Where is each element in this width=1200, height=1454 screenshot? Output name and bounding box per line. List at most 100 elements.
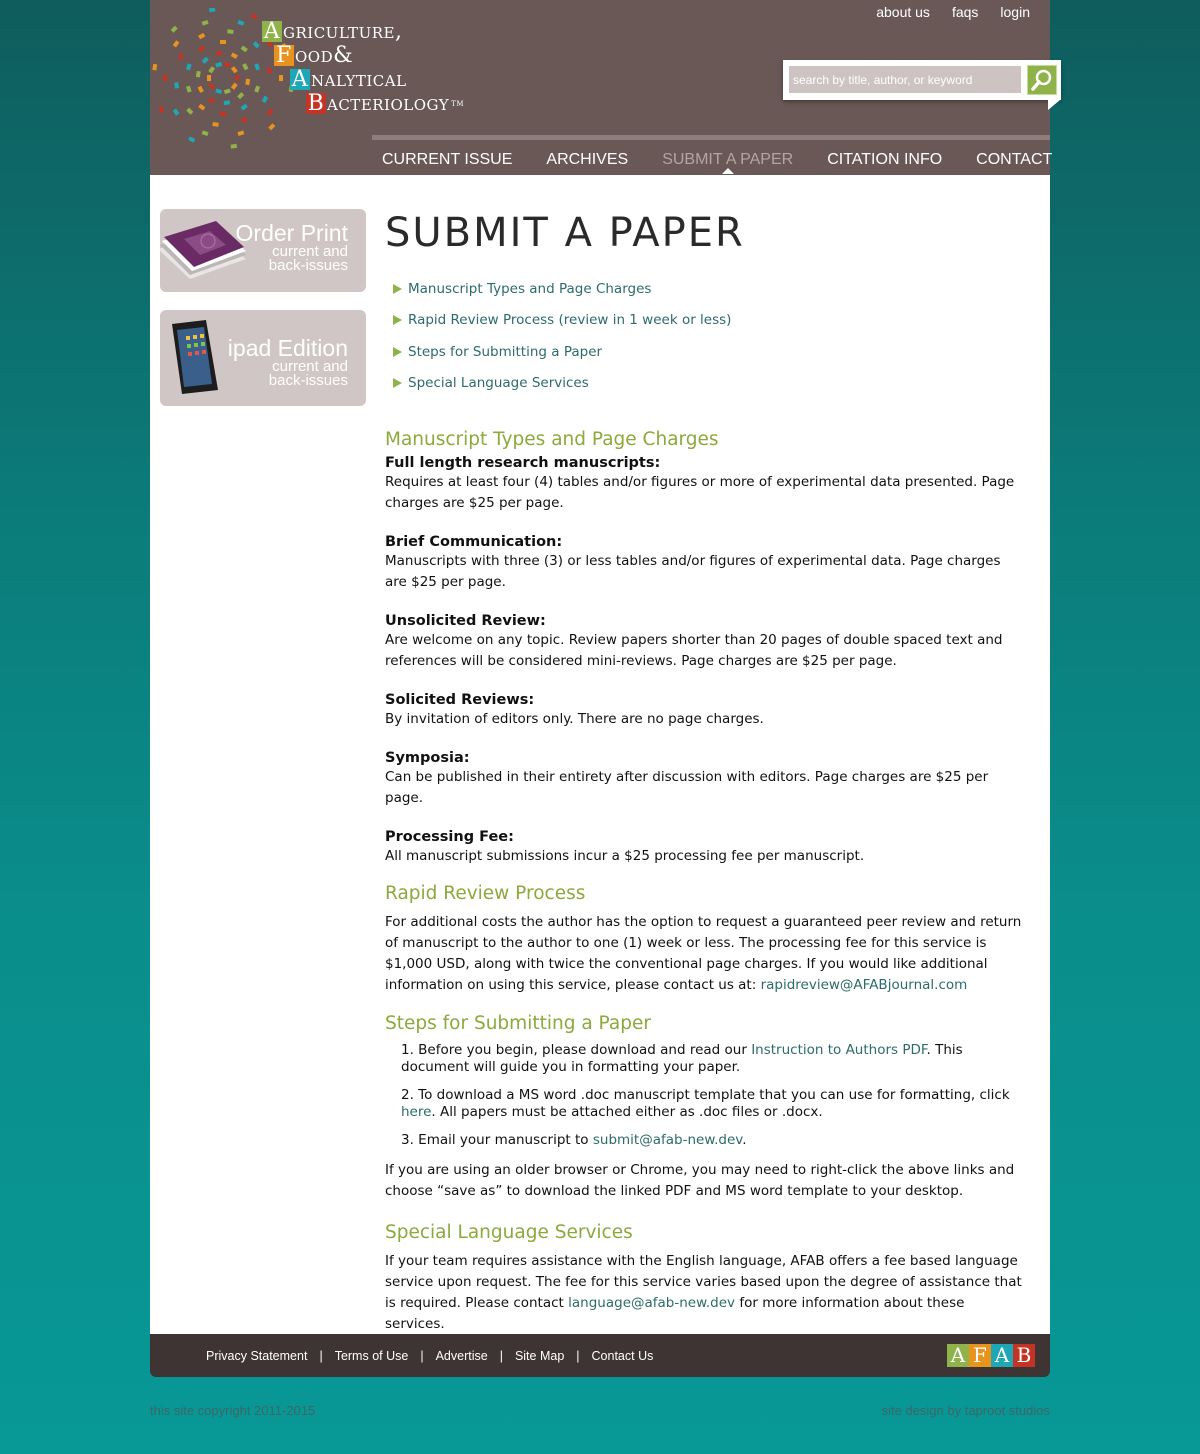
faqs-link[interactable]: faqs xyxy=(952,4,978,20)
nav-submit-label: SUBMIT A PAPER xyxy=(662,151,794,168)
bullet-arrow-icon xyxy=(393,378,402,389)
main-nav: CURRENT ISSUE ARCHIVES SUBMIT A PAPER CI… xyxy=(372,145,1052,175)
nav-current-issue[interactable]: CURRENT ISSUE xyxy=(382,151,512,169)
page-title: SUBMIT A PAPER xyxy=(385,210,745,256)
ipad-edition-title: ipad Edition xyxy=(227,335,348,361)
design-credit: site design by taproot studios xyxy=(881,1403,1050,1418)
bullet-arrow-icon xyxy=(393,346,402,357)
entry-body: By invitation of editors only. There are… xyxy=(385,711,764,727)
footer-privacy-link[interactable]: Privacy Statement xyxy=(206,1349,307,1363)
order-print-subtitle: current and back-issues xyxy=(268,243,348,274)
section-heading-steps: Steps for Submitting a Paper xyxy=(385,1013,651,1034)
footer-advertise-link[interactable]: Advertise xyxy=(436,1349,488,1363)
magnifier-icon xyxy=(1031,69,1052,91)
trademark-mark: TM xyxy=(451,100,465,108)
manuscript-entry: Symposia: Can be published in their enti… xyxy=(385,750,1025,809)
step-item: 1. Before you begin, please download and… xyxy=(401,1042,963,1075)
entry-body: Manuscripts with three (3) or less table… xyxy=(385,553,1001,590)
ipad-edition-subtitle: current and back-issues xyxy=(268,358,348,389)
submission-steps: 1. Before you begin, please download and… xyxy=(385,1042,1025,1149)
copyright-notice: this site copyright 2011-2015 xyxy=(150,1403,316,1418)
entry-title: Brief Communication: xyxy=(385,534,563,550)
nav-divider-strip xyxy=(372,135,1050,140)
toc-link-rapid-review[interactable]: Rapid Review Process (review in 1 week o… xyxy=(408,312,731,328)
logo-cap: A xyxy=(262,19,282,44)
footer-logo-letter: A xyxy=(947,1344,969,1367)
footer-separator: | xyxy=(576,1348,580,1363)
logo-line-agriculture: Agriculture, xyxy=(262,19,403,44)
site-footer: Privacy Statement | Terms of Use | Adverti… xyxy=(150,1334,1050,1377)
logo-line-food: Food& xyxy=(262,44,464,68)
toc-item: Manuscript Types and Page Charges xyxy=(385,273,1025,305)
entry-body: Requires at least four (4) tables and/or… xyxy=(385,474,1015,511)
footer-links: Privacy Statement | Terms of Use | Adverti… xyxy=(206,1334,653,1377)
top-utility-nav: about us faqs login xyxy=(876,4,1030,20)
nav-contact[interactable]: CONTACT xyxy=(976,151,1052,169)
language-email-link[interactable]: language@afab-new.dev xyxy=(568,1295,735,1311)
ipad-edition-promo[interactable]: ipad Edition current and back-issues xyxy=(160,310,366,406)
section-heading-rapid-review: Rapid Review Process xyxy=(385,883,586,904)
logo-line-analytical: Analytical xyxy=(290,67,407,92)
toc-link-manuscript-types[interactable]: Manuscript Types and Page Charges xyxy=(408,281,651,297)
nav-archives[interactable]: ARCHIVES xyxy=(546,151,628,169)
search-box xyxy=(783,60,1061,100)
section-heading-manuscript-types: Manuscript Types and Page Charges xyxy=(385,429,719,450)
search-input[interactable] xyxy=(789,66,1021,93)
logo-cap: A xyxy=(290,67,310,92)
footer-separator: | xyxy=(319,1348,323,1363)
manuscript-entry: Unsolicited Review: Are welcome on any t… xyxy=(385,613,1025,672)
entry-title: Full length research manuscripts: xyxy=(385,455,661,471)
browser-note: If you are using an older browser or Chr… xyxy=(385,1162,1015,1199)
rapid-review-email-link[interactable]: rapidreview@AFABjournal.com xyxy=(761,977,968,993)
entry-body: Are welcome on any topic. Review papers … xyxy=(385,632,1003,669)
rapid-review-text: For additional costs the author has the … xyxy=(385,914,1022,993)
toc-item: Steps for Submitting a Paper xyxy=(385,336,1025,368)
nav-submit-a-paper[interactable]: SUBMIT A PAPER xyxy=(662,151,794,174)
active-caret-icon xyxy=(721,168,734,174)
nav-citation-info[interactable]: CITATION INFO xyxy=(827,151,942,169)
submit-email-link[interactable]: submit@afab-new.dev xyxy=(593,1132,742,1148)
content-area: Order Print current and back-issues ipad … xyxy=(150,175,1050,1334)
section-heading-language: Special Language Services xyxy=(385,1222,633,1243)
logo-cap: F xyxy=(274,45,294,67)
manuscript-entry: Brief Communication: Manuscripts with th… xyxy=(385,534,1025,593)
main-article: SUBMIT A PAPER Manuscript Types and Page… xyxy=(385,209,1025,1335)
search-box-fold xyxy=(1048,100,1060,110)
manuscript-entry: Processing Fee: All manuscript submissio… xyxy=(385,829,1025,867)
entry-body: Can be published in their entirety after… xyxy=(385,769,989,806)
toc-item: Rapid Review Process (review in 1 week o… xyxy=(385,305,1025,337)
entry-title: Unsolicited Review: xyxy=(385,613,546,629)
ipad-device-icon xyxy=(172,320,218,394)
logo-line-bacteriology: Bacteriology TM xyxy=(306,91,465,116)
toc-link-steps[interactable]: Steps for Submitting a Paper xyxy=(408,344,602,360)
section-jump-links: Manuscript Types and Page Charges Rapid … xyxy=(385,273,1025,399)
manuscript-entry: Full length research manuscripts: Requir… xyxy=(385,455,1025,514)
step-item: 2. To download a MS word .doc manuscript… xyxy=(401,1087,1010,1120)
logo-cap: B xyxy=(306,91,326,116)
entry-title: Symposia: xyxy=(385,750,470,766)
login-link[interactable]: login xyxy=(1000,4,1030,20)
search-button[interactable] xyxy=(1027,65,1057,95)
instructions-pdf-link[interactable]: Instruction to Authors PDF xyxy=(751,1042,926,1058)
toc-link-language[interactable]: Special Language Services xyxy=(408,375,589,391)
footer-logo-letter: A xyxy=(991,1344,1013,1367)
order-print-title: Order Print xyxy=(235,220,348,246)
about-us-link[interactable]: about us xyxy=(876,4,930,20)
footer-separator: | xyxy=(420,1348,424,1363)
footer-afab-logo[interactable]: A F A B xyxy=(947,1344,1035,1367)
order-print-promo[interactable]: Order Print current and back-issues xyxy=(160,209,366,292)
manuscript-entry: Solicited Reviews: By invitation of edit… xyxy=(385,692,1025,730)
footer-separator: | xyxy=(499,1348,503,1363)
entry-title: Solicited Reviews: xyxy=(385,692,535,708)
entry-body: All manuscript submissions incur a $25 p… xyxy=(385,848,865,864)
site-header: Agriculture, Food& Analytical Bacteriolo… xyxy=(150,0,1061,175)
site-logo-wordmark[interactable]: Agriculture, Food& Analytical Bacteriolo… xyxy=(262,20,464,116)
page: Agriculture, Food& Analytical Bacteriolo… xyxy=(150,0,1061,1377)
footer-logo-letter: B xyxy=(1013,1344,1035,1367)
language-text: If your team requires assistance with th… xyxy=(385,1253,1022,1332)
footer-contact-link[interactable]: Contact Us xyxy=(592,1349,654,1363)
footer-sitemap-link[interactable]: Site Map xyxy=(515,1349,564,1363)
template-download-link[interactable]: here xyxy=(401,1104,431,1120)
footer-terms-link[interactable]: Terms of Use xyxy=(335,1349,409,1363)
footer-logo-letter: F xyxy=(969,1344,991,1367)
